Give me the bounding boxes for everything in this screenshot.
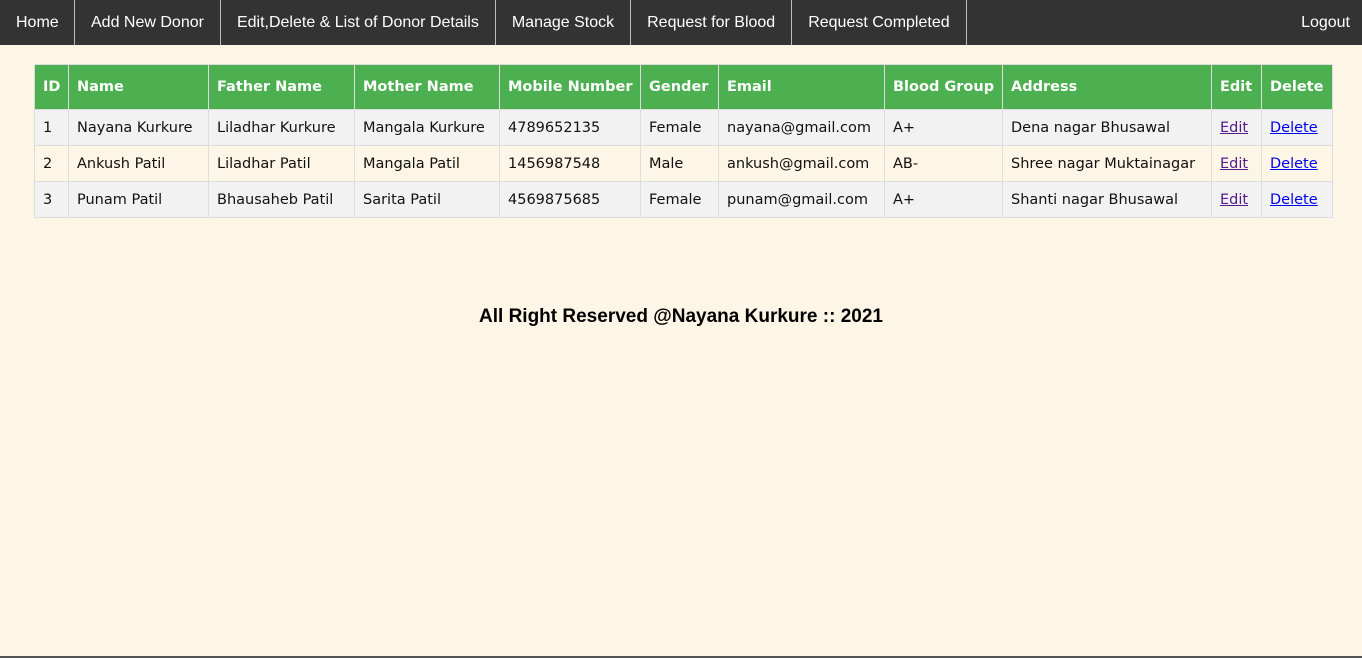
edit-link[interactable]: Edit (1220, 156, 1248, 172)
header-id: ID (34, 64, 69, 110)
header-mother-name: Mother Name (354, 64, 500, 110)
cell-edit: Edit (1211, 181, 1262, 218)
cell-father-name: Liladhar Patil (208, 145, 355, 182)
header-address: Address (1002, 64, 1212, 110)
header-blood-group: Blood Group (884, 64, 1003, 110)
edit-link[interactable]: Edit (1220, 120, 1248, 136)
cell-mother-name: Mangala Patil (354, 145, 500, 182)
nav-manage-stock[interactable]: Manage Stock (496, 0, 632, 45)
delete-link[interactable]: Delete (1270, 156, 1318, 172)
header-mobile-number: Mobile Number (499, 64, 641, 110)
cell-address: Shanti nagar Bhusawal (1002, 181, 1212, 218)
cell-email: nayana@gmail.com (718, 109, 885, 146)
delete-link[interactable]: Delete (1270, 120, 1318, 136)
cell-address: Dena nagar Bhusawal (1002, 109, 1212, 146)
cell-address: Shree nagar Muktainagar (1002, 145, 1212, 182)
cell-mother-name: Sarita Patil (354, 181, 500, 218)
cell-father-name: Liladhar Kurkure (208, 109, 355, 146)
cell-mobile: 4569875685 (499, 181, 641, 218)
cell-email: ankush@gmail.com (718, 145, 885, 182)
table-row: 1 Nayana Kurkure Liladhar Kurkure Mangal… (34, 109, 1333, 146)
donor-table-container: ID Name Father Name Mother Name Mobile N… (34, 64, 1333, 218)
cell-delete: Delete (1261, 109, 1333, 146)
cell-email: punam@gmail.com (718, 181, 885, 218)
header-edit: Edit (1211, 64, 1262, 110)
donor-table: ID Name Father Name Mother Name Mobile N… (34, 64, 1333, 218)
table-row: 2 Ankush Patil Liladhar Patil Mangala Pa… (34, 145, 1333, 182)
cell-name: Ankush Patil (68, 145, 209, 182)
cell-blood-group: AB- (884, 145, 1003, 182)
cell-delete: Delete (1261, 145, 1333, 182)
cell-edit: Edit (1211, 109, 1262, 146)
table-header-row: ID Name Father Name Mother Name Mobile N… (34, 64, 1333, 110)
nav-home[interactable]: Home (0, 0, 75, 45)
footer-copyright: All Right Reserved @Nayana Kurkure :: 20… (479, 306, 883, 327)
cell-edit: Edit (1211, 145, 1262, 182)
header-gender: Gender (640, 64, 719, 110)
cell-gender: Male (640, 145, 719, 182)
cell-blood-group: A+ (884, 109, 1003, 146)
header-father-name: Father Name (208, 64, 355, 110)
cell-mobile: 4789652135 (499, 109, 641, 146)
cell-mother-name: Mangala Kurkure (354, 109, 500, 146)
top-nav: Home Add New Donor Edit,Delete & List of… (0, 0, 1362, 45)
nav-add-new-donor[interactable]: Add New Donor (75, 0, 221, 45)
cell-name: Nayana Kurkure (68, 109, 209, 146)
cell-delete: Delete (1261, 181, 1333, 218)
header-email: Email (718, 64, 885, 110)
edit-link[interactable]: Edit (1220, 192, 1248, 208)
cell-mobile: 1456987548 (499, 145, 641, 182)
cell-gender: Female (640, 109, 719, 146)
header-name: Name (68, 64, 209, 110)
cell-name: Punam Patil (68, 181, 209, 218)
nav-request-completed[interactable]: Request Completed (792, 0, 967, 45)
cell-blood-group: A+ (884, 181, 1003, 218)
header-delete: Delete (1261, 64, 1333, 110)
nav-logout[interactable]: Logout (1285, 0, 1362, 45)
cell-id: 3 (34, 181, 69, 218)
table-row: 3 Punam Patil Bhausaheb Patil Sarita Pat… (34, 181, 1333, 218)
cell-id: 1 (34, 109, 69, 146)
nav-request-for-blood[interactable]: Request for Blood (631, 0, 793, 45)
nav-edit-delete-list-donors[interactable]: Edit,Delete & List of Donor Details (221, 0, 496, 45)
cell-gender: Female (640, 181, 719, 218)
delete-link[interactable]: Delete (1270, 192, 1318, 208)
cell-father-name: Bhausaheb Patil (208, 181, 355, 218)
cell-id: 2 (34, 145, 69, 182)
